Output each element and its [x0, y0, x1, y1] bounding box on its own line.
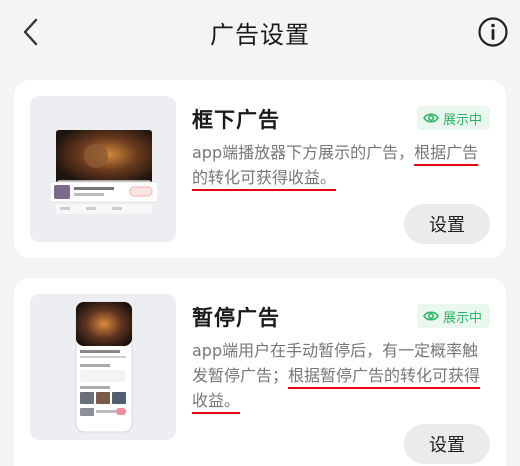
info-button[interactable]: [476, 15, 510, 49]
ad-description: app端用户在手动暂停后，有一定概率触发暂停广告；根据暂停广告的转化可获得收益。: [192, 338, 492, 413]
page-title: 广告设置: [210, 21, 310, 49]
phone-mockup-image: [30, 294, 176, 440]
eye-icon: [423, 113, 439, 123]
settings-button[interactable]: 设置: [404, 424, 490, 464]
header: 广告设置: [0, 0, 520, 64]
status-label: 展示中: [442, 310, 482, 326]
status-badge: 展示中: [416, 304, 490, 328]
ad-title: 暂停广告: [192, 306, 280, 330]
eye-icon: [423, 311, 439, 321]
ad-title: 框下广告: [192, 108, 280, 132]
player-mockup-image: [30, 96, 176, 242]
ad-preview-thumbnail: [30, 96, 176, 242]
info-circle-icon: [478, 17, 508, 47]
ad-card-pause: 暂停广告 展示中 app端用户在手动暂停后，有一定概率触发暂停广告；根据暂停广告…: [14, 278, 506, 466]
status-badge: 展示中: [416, 106, 490, 130]
ad-description: app端播放器下方展示的广告，根据广告的转化可获得收益。: [192, 140, 492, 190]
settings-button[interactable]: 设置: [404, 204, 490, 244]
status-label: 展示中: [442, 112, 482, 128]
ad-description-text: app端播放器下方展示的广告，: [192, 143, 415, 162]
ad-preview-thumbnail: [30, 294, 176, 440]
ad-card-below-frame: 框下广告 展示中 app端播放器下方展示的广告，根据广告的转化可获得收益。 设置: [14, 80, 506, 258]
